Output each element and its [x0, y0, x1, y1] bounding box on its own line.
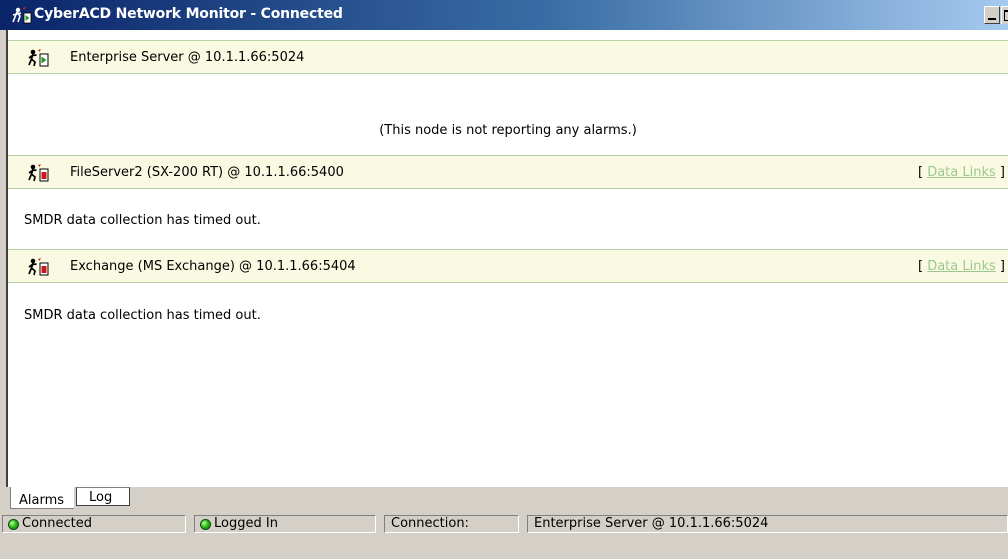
connection-value: Enterprise Server @ 10.1.1.66:5024 — [534, 516, 769, 531]
status-logged-in-label: Logged In — [214, 516, 278, 531]
status-led-icon — [8, 519, 19, 530]
bracket-open: [ — [917, 259, 924, 274]
bracket-close: ] — [999, 165, 1005, 180]
node-title: Exchange (MS Exchange) @ 10.1.1.66:5404 — [70, 259, 356, 274]
runner-red-icon — [28, 164, 50, 182]
minimize-button[interactable] — [984, 6, 1000, 24]
status-bar: Connected Logged In Connection: Enterpri… — [0, 509, 1008, 559]
data-links: [ Data Links ] — [918, 165, 1005, 180]
status-led-icon — [200, 519, 211, 530]
title-bar[interactable]: CyberACD Network Monitor - Connected — [0, 0, 1008, 30]
node-title: Enterprise Server @ 10.1.1.66:5024 — [70, 50, 305, 65]
node-message: SMDR data collection has timed out. — [24, 213, 261, 228]
data-links-link[interactable]: Data Links — [927, 165, 996, 180]
connection-label: Connection: — [391, 516, 469, 531]
node-header-fileserver2: FileServer2 (SX-200 RT) @ 10.1.1.66:5400… — [8, 155, 1008, 189]
maximize-button[interactable] — [1001, 6, 1008, 24]
alarm-panel: Enterprise Server @ 10.1.1.66:5024 (This… — [6, 30, 1008, 487]
tab-log[interactable]: Log — [76, 487, 130, 506]
tab-alarms[interactable]: Alarms — [10, 487, 74, 509]
tab-strip: Alarms Log — [6, 487, 1008, 509]
status-connected-label: Connected — [22, 516, 93, 531]
data-links-link[interactable]: Data Links — [927, 259, 996, 274]
runner-red-icon — [28, 258, 50, 276]
status-logged-in: Logged In — [194, 515, 376, 533]
status-connection-value: Enterprise Server @ 10.1.1.66:5024 — [527, 515, 1008, 533]
node-message: SMDR data collection has timed out. — [24, 308, 261, 323]
maximize-icon — [1004, 10, 1008, 21]
status-connection-label: Connection: — [384, 515, 519, 533]
node-title: FileServer2 (SX-200 RT) @ 10.1.1.66:5400 — [70, 165, 344, 180]
runner-green-icon — [28, 49, 50, 67]
bracket-close: ] — [999, 259, 1005, 274]
minimize-icon — [988, 18, 996, 20]
node-header-enterprise-server: Enterprise Server @ 10.1.1.66:5024 — [8, 40, 1008, 74]
window-title: CyberACD Network Monitor - Connected — [34, 6, 343, 22]
node-header-exchange: Exchange (MS Exchange) @ 10.1.1.66:5404 … — [8, 249, 1008, 283]
app-icon — [12, 7, 32, 24]
node-message: (This node is not reporting any alarms.) — [379, 123, 637, 138]
data-links: [ Data Links ] — [918, 259, 1005, 274]
status-connected: Connected — [2, 515, 186, 533]
bracket-open: [ — [917, 165, 924, 180]
